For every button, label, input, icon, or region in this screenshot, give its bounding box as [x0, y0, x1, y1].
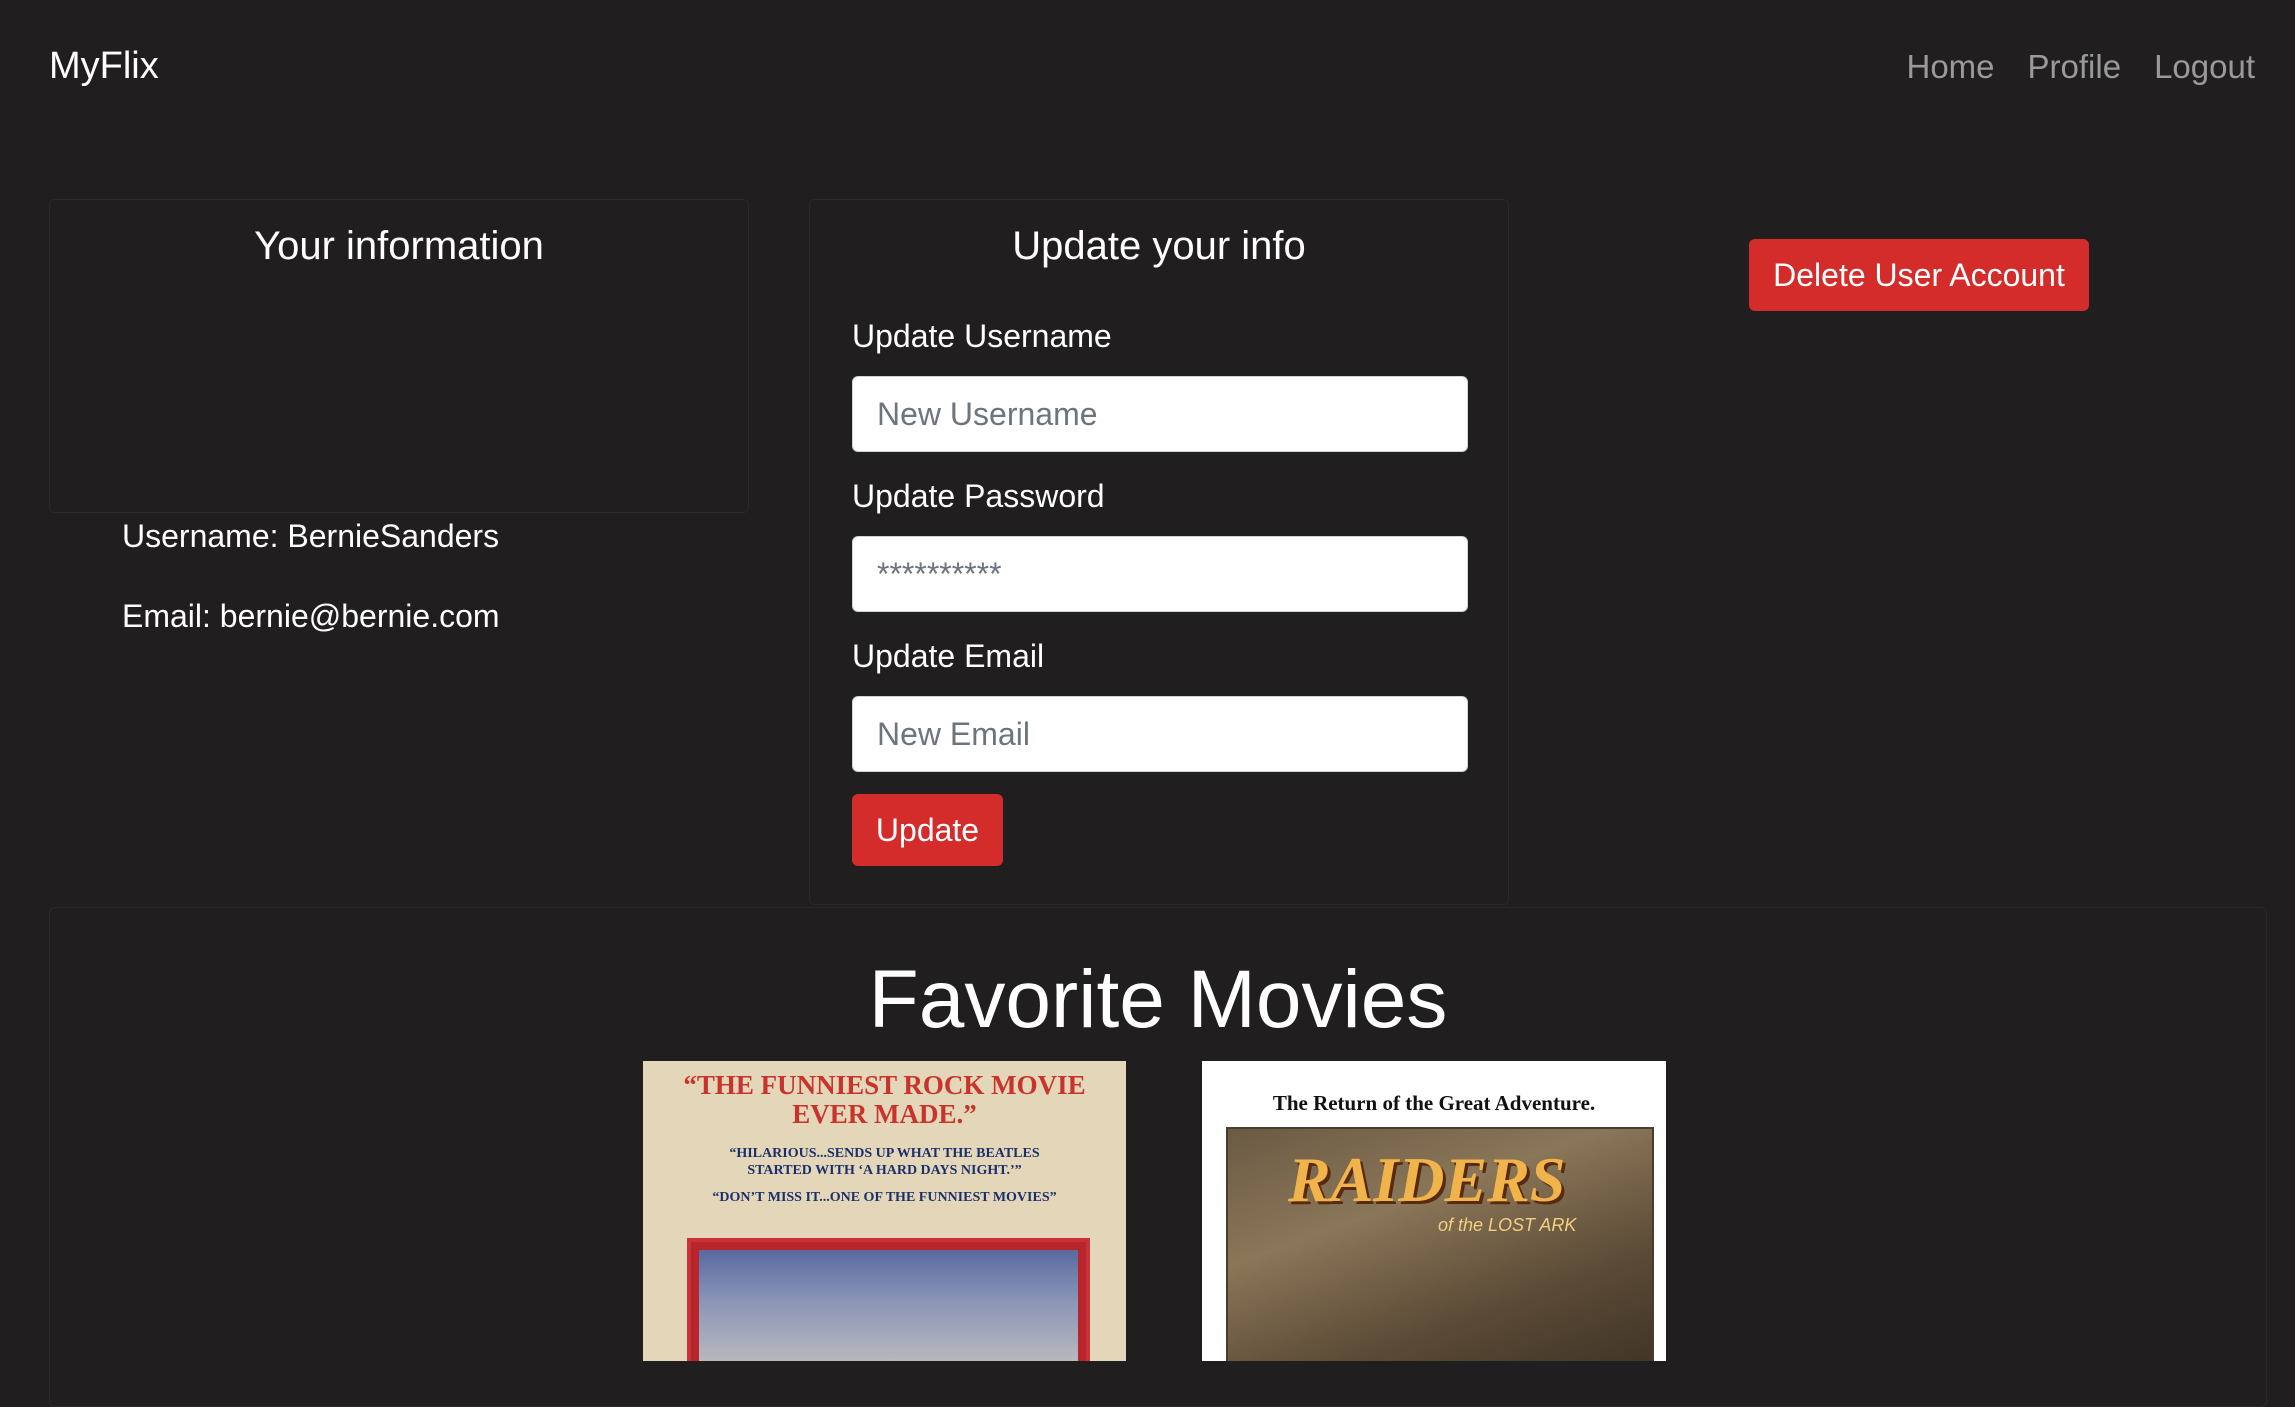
poster-quote: “DON’T MISS IT...ONE OF THE FUNNIEST MOV…	[712, 1190, 1057, 1205]
nav-link-profile[interactable]: Profile	[2028, 48, 2122, 86]
user-info-title: Your information	[254, 224, 544, 268]
email-field[interactable]	[852, 696, 1468, 772]
update-info-title: Update your info	[1012, 224, 1306, 268]
poster-quote: “HILARIOUS...SENDS UP WHAT THE BEATLES S…	[729, 1146, 1040, 1178]
update-info-card: Update your info Update Username Update …	[809, 199, 1509, 905]
password-field-label: Update Password	[852, 478, 1105, 514]
nav-link-logout[interactable]: Logout	[2154, 48, 2255, 86]
username-field-label: Update Username	[852, 318, 1112, 354]
movie-poster-raiders[interactable]: The Return of the Great Adventure. RAIDE…	[1202, 1061, 1666, 1361]
delete-account-button[interactable]: Delete User Account	[1749, 239, 2089, 311]
poster-tagline: The Return of the Great Adventure.	[1272, 1091, 1596, 1115]
poster-photo-band	[699, 1250, 1078, 1361]
nav-link-home[interactable]: Home	[1906, 48, 1994, 86]
password-field[interactable]	[852, 536, 1468, 612]
navbar: MyFlix Home Profile Logout	[0, 0, 2295, 140]
update-button[interactable]: Update	[852, 794, 1003, 866]
favorite-movies-card: Favorite Movies “THE FUNNIEST ROCK MOVIE…	[49, 907, 2267, 1407]
favorite-movies-title: Favorite Movies	[868, 954, 1448, 1045]
poster-art: RAIDERS of the LOST ARK	[1226, 1127, 1654, 1361]
user-info-card: Your information Username: BernieSanders…	[49, 199, 749, 634]
email-display: Email: bernie@bernie.com	[122, 598, 500, 634]
username-field[interactable]	[852, 376, 1468, 452]
poster-headline: “THE FUNNIEST ROCK MOVIE EVER MADE.”	[683, 1070, 1086, 1129]
email-field-label: Update Email	[852, 638, 1045, 674]
username-display: Username: BernieSanders	[122, 518, 500, 554]
movie-poster-spinal-tap[interactable]: “THE FUNNIEST ROCK MOVIE EVER MADE.” “HI…	[643, 1061, 1126, 1361]
poster-art-subtitle: of the LOST ARK	[1438, 1215, 1577, 1235]
poster-art-title: RAIDERS	[1288, 1144, 1566, 1215]
nav-links: Home Profile Logout	[1906, 48, 2255, 86]
brand-logo[interactable]: MyFlix	[49, 45, 159, 88]
poster-photo	[687, 1238, 1090, 1361]
